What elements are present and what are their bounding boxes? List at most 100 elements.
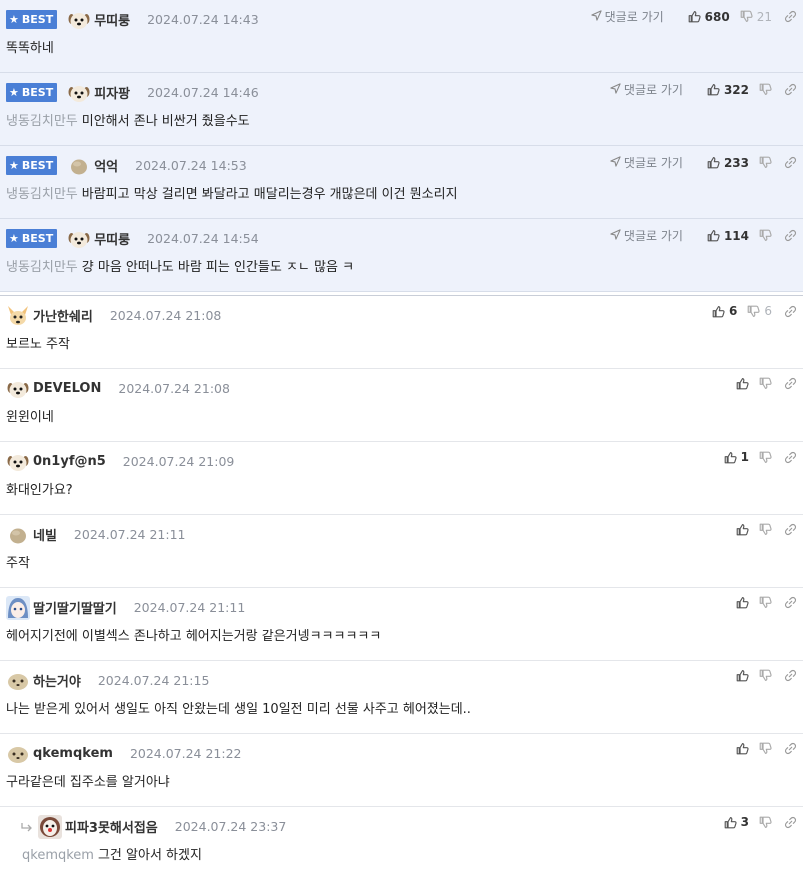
avatar[interactable]: [6, 669, 28, 691]
upvote-button[interactable]: [736, 523, 749, 536]
upvote-button[interactable]: [736, 377, 749, 390]
reply-to-nick[interactable]: 냉동김치만두: [6, 187, 78, 202]
upvote-button[interactable]: 322: [707, 83, 749, 97]
upvote-count: 322: [723, 82, 749, 97]
nickname[interactable]: 네빌: [33, 525, 57, 544]
nickname[interactable]: 억억: [94, 156, 118, 175]
send-icon: [610, 82, 624, 97]
avatar[interactable]: [6, 304, 28, 326]
comment-header: 네빌 2024.07.24 21:11: [6, 524, 186, 544]
avatar[interactable]: [6, 450, 29, 472]
comment-text: 헤어지기전에 이별섹스 존나하고 헤어지는거랑 같은거넹ㅋㅋㅋㅋㅋㅋ: [6, 629, 382, 644]
best-comment: ★ BEST 억억 2024.07.24 14:53 냉동김치만두 바람피고 막상 걸리면…: [0, 146, 803, 219]
upvote-button[interactable]: 233: [707, 156, 749, 170]
downvote-button[interactable]: 6: [747, 304, 772, 318]
avatar[interactable]: [67, 81, 90, 103]
upvote-button[interactable]: 680: [688, 10, 730, 24]
avatar[interactable]: [38, 815, 62, 839]
upvote-button[interactable]: [736, 596, 749, 609]
nickname[interactable]: qkemqkem: [33, 746, 113, 761]
timestamp: 2024.07.24 21:08: [109, 307, 222, 323]
upvote-button[interactable]: 3: [724, 815, 749, 829]
comment-header: 피파3못해서접음 2024.07.24 23:37: [38, 815, 286, 839]
thumbs-down-icon: [747, 305, 760, 318]
thumbs-down-icon: [759, 156, 772, 169]
link-button[interactable]: [784, 669, 797, 682]
downvote-button[interactable]: [759, 83, 772, 96]
downvote-button[interactable]: [759, 451, 772, 464]
link-button[interactable]: [784, 83, 797, 96]
link-button[interactable]: [784, 596, 797, 609]
downvote-button[interactable]: [759, 156, 772, 169]
avatar[interactable]: [6, 377, 29, 399]
upvote-button[interactable]: [736, 669, 749, 682]
link-button[interactable]: [784, 377, 797, 390]
thumbs-down-icon: [759, 669, 772, 682]
comment: 0n1yf@n5 2024.07.24 21:09 화대인가요? 1: [0, 442, 803, 515]
link-button[interactable]: [784, 816, 797, 829]
nickname[interactable]: 무띠룽: [94, 10, 130, 29]
comment-body: 화대인가요?: [6, 479, 73, 498]
comment-actions: [726, 669, 797, 682]
nickname[interactable]: 딸기딸기딸딸기: [33, 598, 117, 617]
downvote-button[interactable]: [759, 523, 772, 536]
upvote-button[interactable]: 6: [712, 304, 737, 318]
goto-label: 댓글로 가기: [623, 229, 683, 243]
nickname[interactable]: 0n1yf@n5: [33, 454, 106, 469]
avatar[interactable]: [6, 596, 30, 620]
best-badge: ★ BEST: [6, 155, 58, 175]
goto-comment-link[interactable]: 댓글로 가기: [610, 154, 683, 171]
comment: 딸기딸기딸딸기 2024.07.24 21:11 헤어지기전에 이별섹스 존나하고 …: [0, 588, 803, 661]
thumbs-up-icon: [724, 451, 737, 464]
upvote-button[interactable]: 114: [707, 229, 749, 243]
timestamp: 2024.07.24 14:43: [147, 11, 259, 27]
best-label: BEST: [21, 158, 54, 172]
reply-to-nick[interactable]: 냉동김치만두: [6, 114, 78, 129]
downvote-count: 21: [756, 9, 772, 24]
downvote-button[interactable]: [759, 816, 772, 829]
link-button[interactable]: [784, 156, 797, 169]
star-icon: ★: [9, 85, 19, 99]
link-button[interactable]: [784, 742, 797, 755]
link-button[interactable]: [784, 451, 797, 464]
upvote-button[interactable]: [736, 742, 749, 755]
comment-text: 미안해서 존나 비싼거 줬을수도: [81, 114, 250, 129]
thumbs-up-icon: [736, 669, 749, 682]
nickname[interactable]: 피자팡: [94, 83, 130, 102]
reply-to-nick[interactable]: qkemqkem: [22, 848, 94, 863]
link-button[interactable]: [784, 305, 797, 318]
link-icon: [784, 596, 797, 609]
nickname[interactable]: 가난한쉐리: [33, 306, 93, 325]
downvote-button[interactable]: [759, 596, 772, 609]
reply-comment: 피파3못해서접음 2024.07.24 23:37 qkemqkem 그건 알아서 하…: [0, 807, 803, 873]
best-label: BEST: [21, 85, 54, 99]
nickname[interactable]: 무띠룽: [94, 229, 130, 248]
nickname[interactable]: 피파3못해서접음: [65, 817, 158, 836]
goto-comment-link[interactable]: 댓글로 가기: [610, 81, 683, 98]
comment-body: qkemqkem 그건 알아서 하겠지: [22, 844, 202, 863]
reply-to-nick[interactable]: 냉동김치만두: [6, 260, 78, 275]
avatar[interactable]: [67, 154, 89, 176]
best-badge: ★ BEST: [6, 228, 58, 248]
comment-header: qkemqkem 2024.07.24 21:22: [6, 743, 242, 763]
link-button[interactable]: [784, 523, 797, 536]
avatar[interactable]: [67, 227, 90, 249]
timestamp: 2024.07.24 21:08: [118, 380, 230, 396]
comment-header: 하는거야 2024.07.24 21:15: [6, 670, 209, 690]
downvote-button[interactable]: [759, 669, 772, 682]
link-button[interactable]: [784, 10, 797, 23]
goto-comment-link[interactable]: 댓글로 가기: [591, 8, 664, 25]
downvote-button[interactable]: 21: [740, 10, 772, 24]
downvote-button[interactable]: [759, 229, 772, 242]
link-button[interactable]: [784, 229, 797, 242]
upvote-button[interactable]: 1: [724, 450, 749, 464]
avatar[interactable]: [6, 742, 28, 764]
downvote-button[interactable]: [759, 377, 772, 390]
nickname[interactable]: 하는거야: [33, 671, 81, 690]
avatar[interactable]: [6, 523, 28, 545]
downvote-button[interactable]: [759, 742, 772, 755]
comment-actions: 66: [702, 304, 797, 318]
nickname[interactable]: DEVELON: [33, 381, 101, 396]
avatar[interactable]: [67, 8, 90, 30]
goto-comment-link[interactable]: 댓글로 가기: [610, 227, 683, 244]
